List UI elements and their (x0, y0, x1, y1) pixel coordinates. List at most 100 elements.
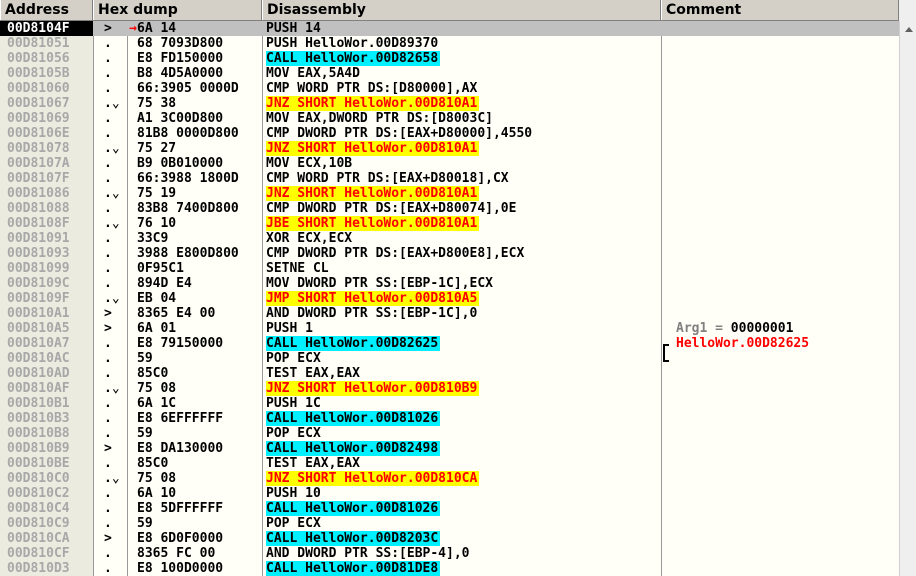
disassembly-cell[interactable]: CALL HelloWor.00D8203C (266, 531, 661, 546)
comment-cell[interactable] (666, 246, 899, 261)
address-cell[interactable]: 00D81088 (7, 201, 93, 216)
address-cell[interactable]: 00D81056 (7, 51, 93, 66)
comment-cell[interactable] (666, 561, 899, 576)
disassembly-cell[interactable]: PUSH 1C (266, 396, 661, 411)
comment-cell[interactable] (666, 111, 899, 126)
disassembly-cell[interactable]: PUSH HelloWor.00D89370 (266, 36, 661, 51)
comment-cell[interactable] (666, 291, 899, 306)
address-cell[interactable]: 00D810D3 (7, 561, 93, 576)
instruction-row[interactable]: 00D81099. 0F95C1 SETNE CL (0, 261, 899, 276)
disassembly-cell[interactable]: CMP DWORD PTR DS:[EAX+D800E8],ECX (266, 246, 661, 261)
disassembly-cell[interactable]: CMP WORD PTR DS:[EAX+D80018],CX (266, 171, 661, 186)
instruction-row[interactable]: 00D8109C. 894D E4 MOV DWORD PTR SS:[EBP-1C… (0, 276, 899, 291)
hex-bytes-cell[interactable]: E8 79150000 (137, 336, 261, 351)
hex-bytes-cell[interactable]: 75 27 (137, 141, 261, 156)
address-cell[interactable]: 00D8109F (7, 291, 93, 306)
address-cell[interactable]: 00D810C0 (7, 471, 93, 486)
comment-cell[interactable] (666, 126, 899, 141)
disassembly-cell[interactable]: JNZ SHORT HelloWor.00D810A1 (266, 141, 661, 156)
address-cell[interactable]: 00D8107A (7, 156, 93, 171)
hex-bytes-cell[interactable]: 6A 1C (137, 396, 261, 411)
address-cell[interactable]: 00D81067 (7, 96, 93, 111)
instruction-list[interactable]: 00D8104F > → 6A 14 PUSH 14 00D81051. 68 7093D8… (0, 21, 899, 576)
instruction-row[interactable]: 00D81056. E8 FD150000 CALL HelloWor.00D826… (0, 51, 899, 66)
address-cell[interactable]: 00D810A7 (7, 336, 93, 351)
comment-cell[interactable] (666, 396, 899, 411)
hex-bytes-cell[interactable]: 81B8 0000D800 (137, 126, 261, 141)
disassembly-cell[interactable]: POP ECX (266, 426, 661, 441)
instruction-row[interactable]: 00D810C2. 6A 10 PUSH 10 (0, 486, 899, 501)
hex-bytes-cell[interactable]: A1 3C00D800 (137, 111, 261, 126)
instruction-row[interactable]: 00D81078 .⌄ 75 27 JNZ SHORT HelloWor.00D810… (0, 141, 899, 156)
address-cell[interactable]: 00D8104F (0, 21, 93, 36)
instruction-row[interactable]: 00D810B3. E8 6EFFFFFF CALL HelloWor.00D810… (0, 411, 899, 426)
disassembly-cell[interactable]: CALL HelloWor.00D81026 (266, 411, 661, 426)
comment-cell[interactable] (666, 531, 899, 546)
address-cell[interactable]: 00D810A5 (7, 321, 93, 336)
disassembly-cell[interactable]: TEST EAX,EAX (266, 456, 661, 471)
address-cell[interactable]: 00D81078 (7, 141, 93, 156)
disassembly-cell[interactable]: POP ECX (266, 351, 661, 366)
comment-column-header[interactable]: Comment (661, 0, 899, 20)
hex-bytes-cell[interactable]: 75 08 (137, 381, 261, 396)
comment-cell[interactable]: Arg1 = 00000001 (666, 321, 899, 336)
comment-cell[interactable] (666, 351, 899, 366)
hex-bytes-cell[interactable]: 66:3905 0000D (137, 81, 261, 96)
address-cell[interactable]: 00D810CF (7, 546, 93, 561)
hex-bytes-cell[interactable]: 8365 FC 00 (137, 546, 261, 561)
instruction-row[interactable]: 00D810CF. 8365 FC 00 AND DWORD PTR SS:[EBP… (0, 546, 899, 561)
comment-cell[interactable] (666, 501, 899, 516)
hex-bytes-cell[interactable]: 8365 E4 00 (137, 306, 261, 321)
hex-bytes-cell[interactable]: 6A 01 (137, 321, 261, 336)
instruction-row[interactable]: 00D810AD. 85C0 TEST EAX,EAX (0, 366, 899, 381)
address-column-header[interactable]: Address (0, 0, 93, 20)
disassembly-cell[interactable]: JMP SHORT HelloWor.00D810A5 (266, 291, 661, 306)
disassembly-cell[interactable]: JNZ SHORT HelloWor.00D810A1 (266, 186, 661, 201)
hex-bytes-cell[interactable]: B9 0B010000 (137, 156, 261, 171)
comment-cell[interactable] (666, 486, 899, 501)
comment-cell[interactable] (666, 441, 899, 456)
instruction-row[interactable]: 00D810B1. 6A 1C PUSH 1C (0, 396, 899, 411)
hex-bytes-cell[interactable]: 59 (137, 516, 261, 531)
disassembly-cell[interactable]: PUSH 14 (266, 21, 661, 36)
address-cell[interactable]: 00D81086 (7, 186, 93, 201)
hex-bytes-cell[interactable]: EB 04 (137, 291, 261, 306)
instruction-row[interactable]: 00D810B9 > E8 DA130000 CALL HelloWor.00D824… (0, 441, 899, 456)
hex-bytes-cell[interactable]: 76 10 (137, 216, 261, 231)
hex-bytes-cell[interactable]: 68 7093D800 (137, 36, 261, 51)
hex-bytes-cell[interactable]: 85C0 (137, 456, 261, 471)
disassembly-cell[interactable]: JNZ SHORT HelloWor.00D810A1 (266, 96, 661, 111)
instruction-row[interactable]: 00D81051. 68 7093D800 PUSH HelloWor.00D893… (0, 36, 899, 51)
disassembly-cell[interactable]: CMP WORD PTR DS:[D80000],AX (266, 81, 661, 96)
hex-bytes-cell[interactable]: 83B8 7400D800 (137, 201, 261, 216)
comment-cell[interactable] (666, 261, 899, 276)
address-cell[interactable]: 00D810B8 (7, 426, 93, 441)
hex-bytes-cell[interactable]: 894D E4 (137, 276, 261, 291)
address-cell[interactable]: 00D8108F (7, 216, 93, 231)
hex-bytes-cell[interactable]: 75 08 (137, 471, 261, 486)
hex-bytes-cell[interactable]: 75 38 (137, 96, 261, 111)
hex-dump-column-header[interactable]: Hex dump (93, 0, 262, 20)
comment-cell[interactable]: HelloWor.00D82625 (666, 336, 899, 351)
hex-bytes-cell[interactable]: E8 FD150000 (137, 51, 261, 66)
address-cell[interactable]: 00D8106E (7, 126, 93, 141)
disassembly-cell[interactable]: PUSH 1 (266, 321, 661, 336)
hex-bytes-cell[interactable]: 75 19 (137, 186, 261, 201)
instruction-row[interactable]: 00D810A1 >8365 E4 00 AND DWORD PTR SS:[EBP… (0, 306, 899, 321)
disassembly-cell[interactable]: JNZ SHORT HelloWor.00D810CA (266, 471, 661, 486)
instruction-row[interactable]: 00D810C9. 59 POP ECX (0, 516, 899, 531)
address-cell[interactable]: 00D810C4 (7, 501, 93, 516)
instruction-row[interactable]: 00D81067 .⌄ 75 38 JNZ SHORT HelloWor.00D810… (0, 96, 899, 111)
comment-cell[interactable] (666, 366, 899, 381)
hex-bytes-cell[interactable]: E8 5DFFFFFF (137, 501, 261, 516)
instruction-row[interactable]: 00D81086 .⌄ 75 19 JNZ SHORT HelloWor.00D810… (0, 186, 899, 201)
instruction-row[interactable]: 00D8108F .⌄ 76 10 JBE SHORT HelloWor.00D810… (0, 216, 899, 231)
comment-cell[interactable] (666, 186, 899, 201)
disassembly-cell[interactable]: CALL HelloWor.00D82625 (266, 336, 661, 351)
comment-cell[interactable] (666, 546, 899, 561)
address-cell[interactable]: 00D81099 (7, 261, 93, 276)
instruction-row[interactable]: 00D810BE. 85C0 TEST EAX,EAX (0, 456, 899, 471)
address-cell[interactable]: 00D81060 (7, 81, 93, 96)
hex-bytes-cell[interactable]: 66:3988 1800D (137, 171, 261, 186)
cpu-disassembly-pane[interactable]: Address Hex dump Disassembly Comment 00D… (0, 0, 916, 576)
